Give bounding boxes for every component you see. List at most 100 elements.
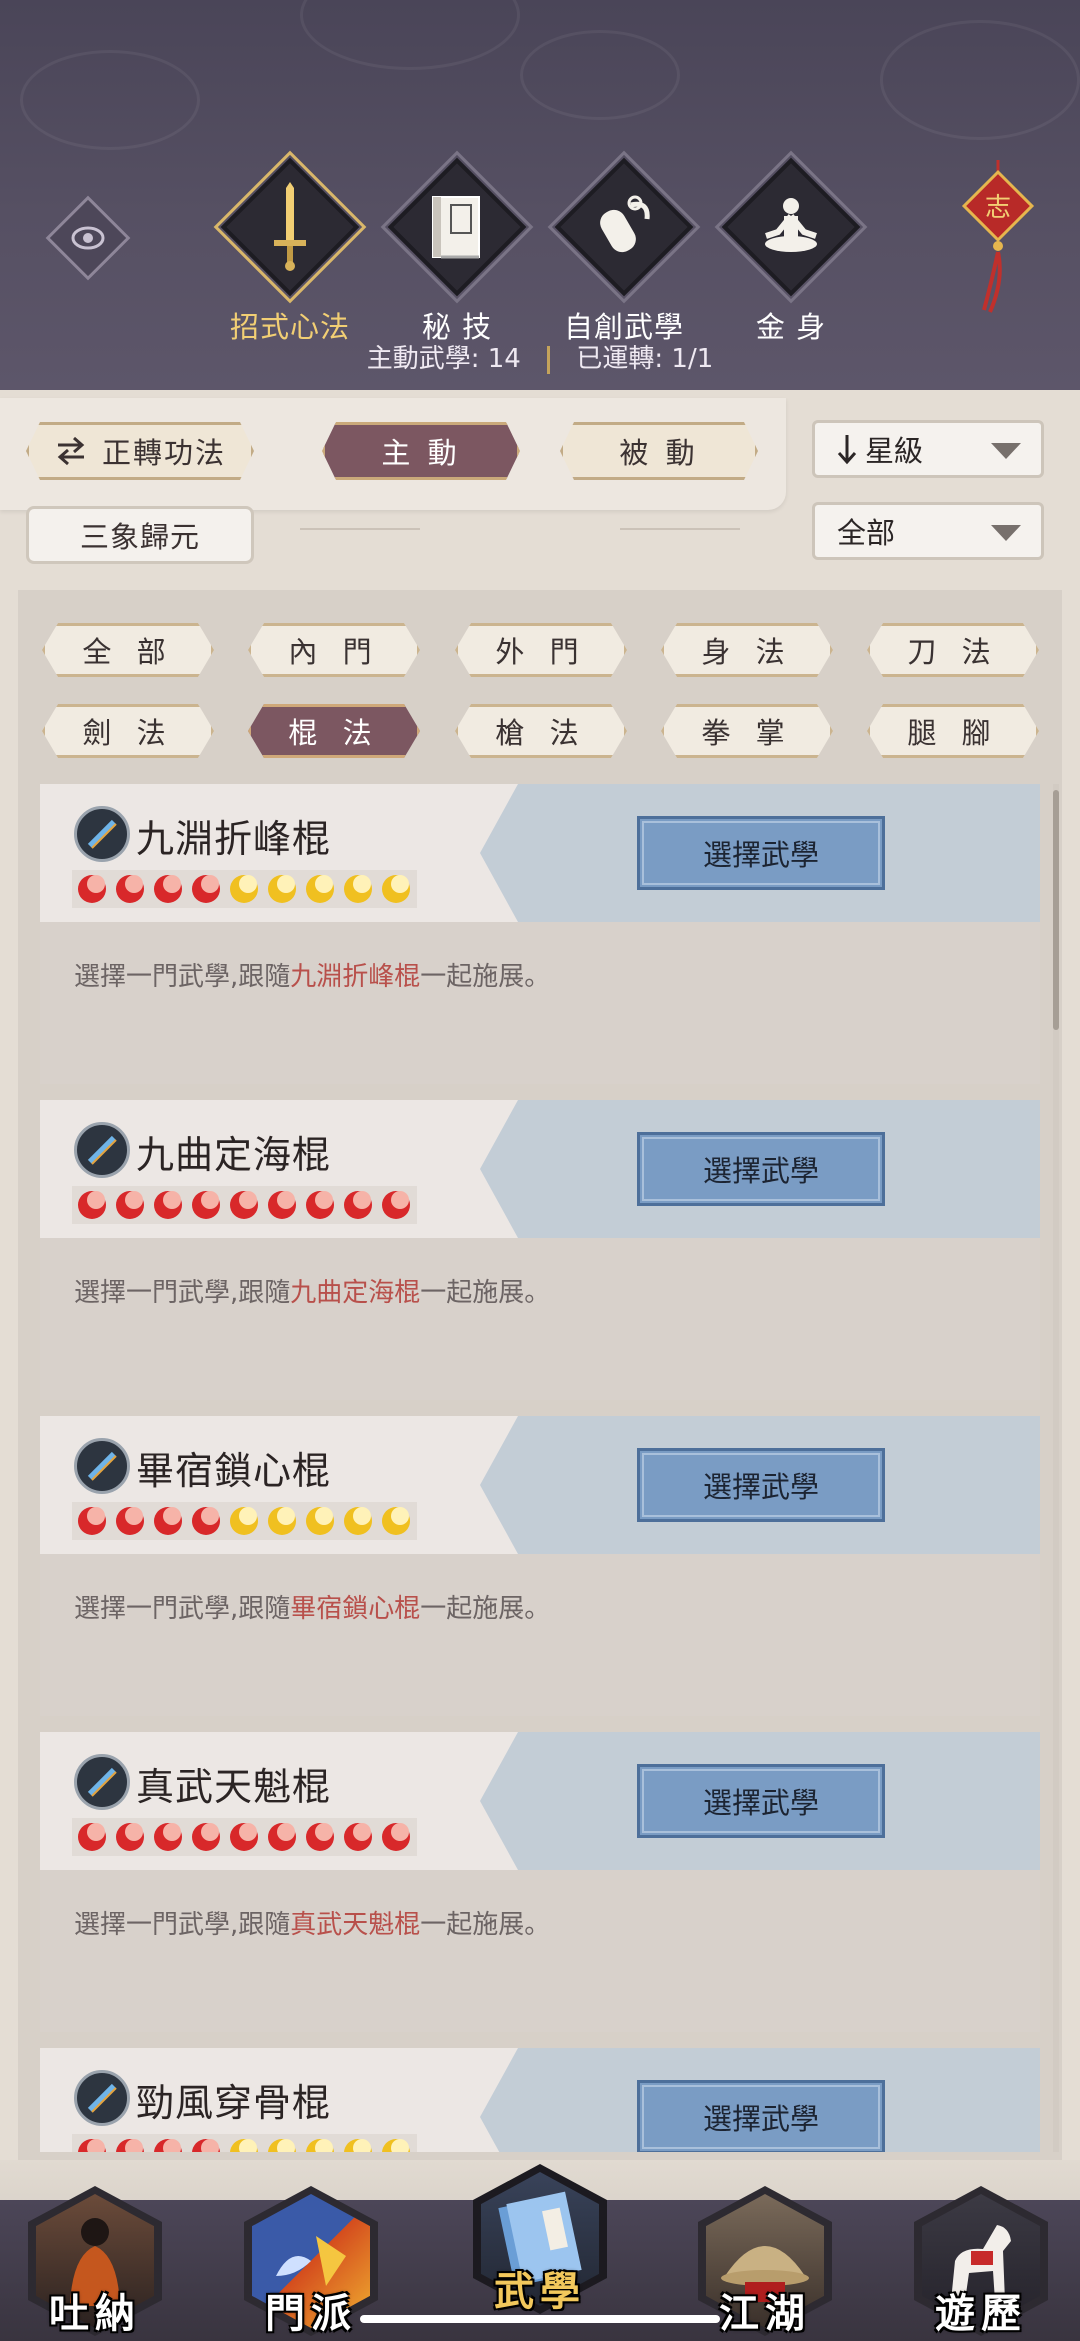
staff-icon <box>74 1754 130 1810</box>
star-empty-icon <box>268 1507 296 1535</box>
meditation-icon <box>765 198 817 252</box>
select-skill-button[interactable]: 選擇武學 <box>637 1764 885 1838</box>
star-filled-icon <box>344 1823 372 1851</box>
star-empty-icon <box>344 875 372 903</box>
select-skill-button[interactable]: 選擇武學 <box>637 1448 885 1522</box>
filter-neimen[interactable]: 內 門 <box>248 623 420 677</box>
star-filled-icon <box>78 1507 106 1535</box>
star-filled-icon <box>154 1507 182 1535</box>
scrollbar-thumb[interactable] <box>1053 790 1059 1030</box>
arrow-down-icon <box>837 435 857 465</box>
eye-button[interactable] <box>45 195 131 281</box>
filter-all[interactable]: 全 部 <box>42 623 214 677</box>
staff-icon <box>74 806 130 862</box>
star-rating <box>72 870 417 908</box>
switch-method-button[interactable]: 正轉功法 <box>26 422 254 480</box>
star-filled-icon <box>116 875 144 903</box>
star-empty-icon <box>382 1507 410 1535</box>
star-rating <box>72 1818 417 1856</box>
switch-method-label: 正轉功法 <box>101 436 226 470</box>
running-label: 已運轉: <box>576 344 664 374</box>
stats-bar: 主動武學: 14 已運轉: 1/1 <box>0 338 1080 375</box>
skill-card: 九淵折峰棍 選擇武學 選擇一門武學,跟隨九淵折峰棍一起施展。 <box>40 784 1040 1084</box>
star-empty-icon <box>268 875 296 903</box>
tab-miji[interactable]: 秘 技 <box>372 150 542 346</box>
star-filled-icon <box>154 1191 182 1219</box>
star-filled-icon <box>154 1823 182 1851</box>
nav-label: 遊歷 <box>935 2290 1027 2337</box>
star-rating <box>72 2134 417 2152</box>
star-empty-icon <box>382 875 410 903</box>
active-skills-tab[interactable]: 主 動 <box>322 422 520 480</box>
sword-icon <box>274 182 306 271</box>
staff-icon <box>74 1438 130 1494</box>
filter-waimen[interactable]: 外 門 <box>455 623 627 677</box>
tab-zichuang-wuxue[interactable]: 自創武學 <box>539 150 709 346</box>
sort-select-value: 星級 <box>865 434 924 468</box>
skill-list[interactable]: 九淵折峰棍 選擇武學 選擇一門武學,跟隨九淵折峰棍一起施展。 九曲定海棍 選擇武… <box>40 784 1040 2152</box>
chinese-knot-icon[interactable]: 志 <box>958 160 1038 324</box>
select-skill-button[interactable]: 選擇武學 <box>637 2080 885 2152</box>
star-filled-icon <box>116 2139 144 2152</box>
star-filled-icon <box>78 1191 106 1219</box>
tab-zhaoshi-xinfa[interactable]: 招式心法 <box>205 150 375 346</box>
select-skill-button[interactable]: 選擇武學 <box>637 1132 885 1206</box>
star-filled-icon <box>78 1823 106 1851</box>
star-empty-icon <box>382 2139 410 2152</box>
star-empty-icon <box>230 2139 258 2152</box>
passive-skills-tab[interactable]: 被 動 <box>560 422 758 480</box>
star-filled-icon <box>154 875 182 903</box>
chevron-down-icon <box>991 443 1021 459</box>
active-count-value: 14 <box>487 344 521 374</box>
chevron-down-icon <box>991 525 1021 541</box>
active-count-label: 主動武學: <box>366 344 480 374</box>
category-select[interactable]: 全部 <box>812 502 1044 560</box>
select-skill-button[interactable]: 選擇武學 <box>637 816 885 890</box>
nav-tuna[interactable]: 吐納 <box>20 2178 170 2341</box>
filter-jianfa[interactable]: 劍 法 <box>42 704 214 758</box>
top-header: 招式心法 秘 技 自創武學 金 身 志 主動武學: 14 已運轉: 1/1 <box>0 0 1080 390</box>
knot-char: 志 <box>985 193 1011 223</box>
filter-gunfa[interactable]: 棍 法 <box>248 704 420 758</box>
category-select-value: 全部 <box>837 516 896 550</box>
scroll-icon <box>600 195 650 253</box>
star-rating <box>72 1502 417 1540</box>
star-filled-icon <box>268 1823 296 1851</box>
skill-name: 真武天魁棍 <box>136 1765 332 1809</box>
nav-label: 武學 <box>494 2268 586 2315</box>
star-filled-icon <box>78 2139 106 2152</box>
home-indicator[interactable] <box>360 2315 720 2323</box>
filter-shenfa[interactable]: 身 法 <box>661 623 833 677</box>
tab-jinshen[interactable]: 金 身 <box>706 150 876 346</box>
star-empty-icon <box>344 2139 372 2152</box>
star-empty-icon <box>344 1507 372 1535</box>
stats-divider <box>547 345 551 374</box>
star-rating <box>72 1186 417 1224</box>
control-panel: 正轉功法 主 動 被 動 星級 三象歸元 全部 <box>0 390 1080 590</box>
skill-card: 九曲定海棍 選擇武學 選擇一門武學,跟隨九曲定海棍一起施展。 <box>40 1100 1040 1400</box>
nav-wuxue[interactable]: 武學 <box>465 2156 615 2319</box>
star-empty-icon <box>306 2139 334 2152</box>
star-filled-icon <box>306 1191 334 1219</box>
sanxiang-guiyuan-button[interactable]: 三象歸元 <box>26 506 254 564</box>
star-filled-icon <box>230 1823 258 1851</box>
filter-qiangfa[interactable]: 槍 法 <box>455 704 627 758</box>
star-empty-icon <box>230 1507 258 1535</box>
staff-icon <box>74 1122 130 1178</box>
star-filled-icon <box>192 1191 220 1219</box>
filter-daofa[interactable]: 刀 法 <box>867 623 1039 677</box>
star-filled-icon <box>116 1507 144 1535</box>
filter-quanzhang[interactable]: 拳 掌 <box>661 704 833 758</box>
divider-line <box>300 528 420 530</box>
filter-tuijiao[interactable]: 腿 腳 <box>867 704 1039 758</box>
star-filled-icon <box>116 1191 144 1219</box>
skill-description: 選擇一門武學,跟隨九淵折峰棍一起施展。 <box>74 962 551 992</box>
skill-card: 畢宿鎖心棍 選擇武學 選擇一門武學,跟隨畢宿鎖心棍一起施展。 <box>40 1416 1040 1716</box>
nav-label: 江湖 <box>719 2290 811 2337</box>
star-filled-icon <box>306 1823 334 1851</box>
nav-youli[interactable]: 遊歷 <box>906 2178 1056 2341</box>
skill-card: 真武天魁棍 選擇武學 選擇一門武學,跟隨真武天魁棍一起施展。 <box>40 1732 1040 2032</box>
sort-select[interactable]: 星級 <box>812 420 1044 478</box>
skill-description: 選擇一門武學,跟隨真武天魁棍一起施展。 <box>74 1910 551 1940</box>
skill-card: 勁風穿骨棍 選擇武學 <box>40 2048 1040 2152</box>
